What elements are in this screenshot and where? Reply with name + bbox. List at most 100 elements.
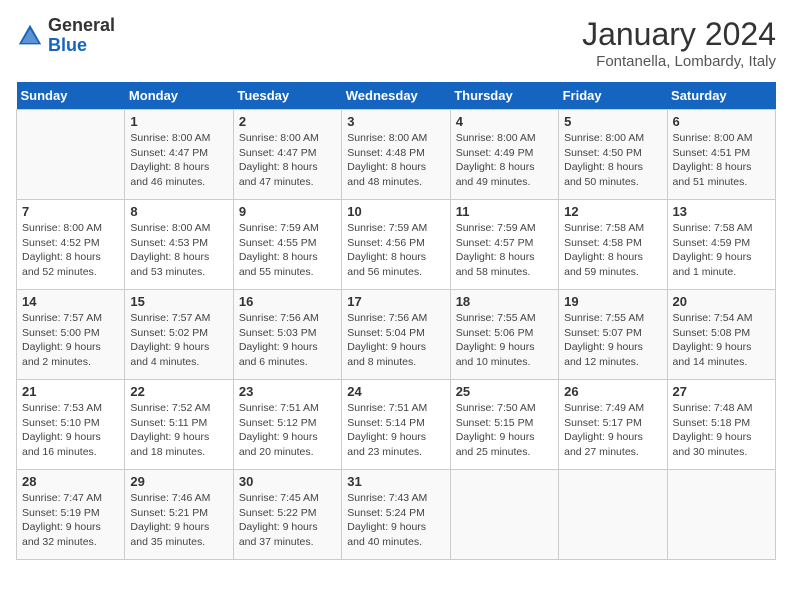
day-details: Sunrise: 7:58 AMSunset: 4:59 PMDaylight:… (673, 221, 770, 280)
day-number: 4 (456, 114, 553, 129)
calendar-cell: 19Sunrise: 7:55 AMSunset: 5:07 PMDayligh… (559, 290, 667, 380)
calendar-cell: 13Sunrise: 7:58 AMSunset: 4:59 PMDayligh… (667, 200, 775, 290)
day-number: 18 (456, 294, 553, 309)
calendar-cell: 10Sunrise: 7:59 AMSunset: 4:56 PMDayligh… (342, 200, 450, 290)
weekday-header-sunday: Sunday (17, 82, 125, 110)
weekday-header-monday: Monday (125, 82, 233, 110)
day-number: 29 (130, 474, 227, 489)
day-details: Sunrise: 7:56 AMSunset: 5:04 PMDaylight:… (347, 311, 444, 370)
day-details: Sunrise: 7:48 AMSunset: 5:18 PMDaylight:… (673, 401, 770, 460)
calendar-cell: 29 Sunrise: 7:46 AMSunset: 5:21 PMDayligh… (125, 470, 233, 560)
page-header: General Blue January 2024 Fontanella, Lo… (16, 16, 776, 70)
calendar-cell: 18 Sunrise: 7:55 AMSunset: 5:06 PMDayligh… (450, 290, 558, 380)
logo-blue-text: Blue (48, 36, 115, 56)
calendar-cell: 8Sunrise: 8:00 AMSunset: 4:53 PMDaylight… (125, 200, 233, 290)
day-details: Sunrise: 7:51 AMSunset: 5:12 PMDaylight:… (239, 401, 336, 460)
day-number: 20 (673, 294, 770, 309)
day-details: Sunrise: 7:59 AMSunset: 4:57 PMDaylight:… (456, 221, 553, 280)
day-details: Sunrise: 7:43 AMSunset: 5:24 PMDaylight:… (347, 491, 444, 550)
weekday-header-friday: Friday (559, 82, 667, 110)
calendar-cell: 21 Sunrise: 7:53 AMSunset: 5:10 PMDayligh… (17, 380, 125, 470)
day-number: 10 (347, 204, 444, 219)
calendar-cell (667, 470, 775, 560)
calendar-cell: 16 Sunrise: 7:56 AMSunset: 5:03 PMDayligh… (233, 290, 341, 380)
logo-general-text: General (48, 16, 115, 36)
day-details: Sunrise: 7:58 AMSunset: 4:58 PMDaylight:… (564, 221, 661, 280)
calendar-cell: 15 Sunrise: 7:57 AMSunset: 5:02 PMDayligh… (125, 290, 233, 380)
day-details: Sunrise: 8:00 AMSunset: 4:51 PMDaylight:… (673, 131, 770, 190)
calendar-cell: 5 Sunrise: 8:00 AMSunset: 4:50 PMDaylight… (559, 110, 667, 200)
calendar-cell (450, 470, 558, 560)
day-details: Sunrise: 8:00 AMSunset: 4:49 PMDaylight:… (456, 131, 553, 190)
day-number: 27 (673, 384, 770, 399)
calendar-cell: 4 Sunrise: 8:00 AMSunset: 4:49 PMDaylight… (450, 110, 558, 200)
day-details: Sunrise: 7:45 AMSunset: 5:22 PMDaylight:… (239, 491, 336, 550)
weekday-header-tuesday: Tuesday (233, 82, 341, 110)
calendar-cell: 12 Sunrise: 7:58 AMSunset: 4:58 PMDayligh… (559, 200, 667, 290)
calendar-subtitle: Fontanella, Lombardy, Italy (582, 53, 776, 70)
calendar-cell: 14Sunrise: 7:57 AMSunset: 5:00 PMDayligh… (17, 290, 125, 380)
day-number: 31 (347, 474, 444, 489)
calendar-cell: 26 Sunrise: 7:49 AMSunset: 5:17 PMDayligh… (559, 380, 667, 470)
calendar-cell: 28 Sunrise: 7:47 AMSunset: 5:19 PMDayligh… (17, 470, 125, 560)
day-number: 12 (564, 204, 661, 219)
logo: General Blue (16, 16, 115, 56)
calendar-cell: 9 Sunrise: 7:59 AMSunset: 4:55 PMDaylight… (233, 200, 341, 290)
day-details: Sunrise: 8:00 AMSunset: 4:47 PMDaylight:… (239, 131, 336, 190)
calendar-cell: 2 Sunrise: 8:00 AMSunset: 4:47 PMDaylight… (233, 110, 341, 200)
day-number: 28 (22, 474, 119, 489)
day-details: Sunrise: 7:55 AMSunset: 5:06 PMDaylight:… (456, 311, 553, 370)
day-details: Sunrise: 7:51 AMSunset: 5:14 PMDaylight:… (347, 401, 444, 460)
logo-text: General Blue (48, 16, 115, 56)
day-details: Sunrise: 7:46 AMSunset: 5:21 PMDaylight:… (130, 491, 227, 550)
calendar-cell: 3 Sunrise: 8:00 AMSunset: 4:48 PMDaylight… (342, 110, 450, 200)
calendar-cell: 30Sunrise: 7:45 AMSunset: 5:22 PMDayligh… (233, 470, 341, 560)
day-details: Sunrise: 7:47 AMSunset: 5:19 PMDaylight:… (22, 491, 119, 550)
title-area: January 2024 Fontanella, Lombardy, Italy (582, 16, 776, 70)
day-details: Sunrise: 7:54 AMSunset: 5:08 PMDaylight:… (673, 311, 770, 370)
calendar-cell: 7Sunrise: 8:00 AMSunset: 4:52 PMDaylight… (17, 200, 125, 290)
calendar-cell: 24 Sunrise: 7:51 AMSunset: 5:14 PMDayligh… (342, 380, 450, 470)
calendar-cell: 23 Sunrise: 7:51 AMSunset: 5:12 PMDayligh… (233, 380, 341, 470)
day-details: Sunrise: 8:00 AMSunset: 4:50 PMDaylight:… (564, 131, 661, 190)
day-number: 16 (239, 294, 336, 309)
calendar-cell: 31 Sunrise: 7:43 AMSunset: 5:24 PMDayligh… (342, 470, 450, 560)
calendar-cell (17, 110, 125, 200)
calendar-cell: 17 Sunrise: 7:56 AMSunset: 5:04 PMDayligh… (342, 290, 450, 380)
calendar-cell (559, 470, 667, 560)
day-number: 2 (239, 114, 336, 129)
day-details: Sunrise: 7:53 AMSunset: 5:10 PMDaylight:… (22, 401, 119, 460)
calendar-week-row: 28 Sunrise: 7:47 AMSunset: 5:19 PMDayligh… (17, 470, 776, 560)
day-details: Sunrise: 8:00 AMSunset: 4:52 PMDaylight:… (22, 221, 119, 280)
weekday-header-saturday: Saturday (667, 82, 775, 110)
day-number: 6 (673, 114, 770, 129)
day-details: Sunrise: 7:59 AMSunset: 4:55 PMDaylight:… (239, 221, 336, 280)
day-details: Sunrise: 7:52 AMSunset: 5:11 PMDaylight:… (130, 401, 227, 460)
day-number: 8 (130, 204, 227, 219)
day-details: Sunrise: 7:56 AMSunset: 5:03 PMDaylight:… (239, 311, 336, 370)
calendar-week-row: 14Sunrise: 7:57 AMSunset: 5:00 PMDayligh… (17, 290, 776, 380)
day-details: Sunrise: 8:00 AMSunset: 4:48 PMDaylight:… (347, 131, 444, 190)
day-number: 21 (22, 384, 119, 399)
day-number: 23 (239, 384, 336, 399)
day-number: 19 (564, 294, 661, 309)
day-number: 11 (456, 204, 553, 219)
calendar-cell: 25Sunrise: 7:50 AMSunset: 5:15 PMDayligh… (450, 380, 558, 470)
calendar-cell: 6 Sunrise: 8:00 AMSunset: 4:51 PMDaylight… (667, 110, 775, 200)
calendar-week-row: 7Sunrise: 8:00 AMSunset: 4:52 PMDaylight… (17, 200, 776, 290)
day-number: 24 (347, 384, 444, 399)
calendar-week-row: 21 Sunrise: 7:53 AMSunset: 5:10 PMDayligh… (17, 380, 776, 470)
day-details: Sunrise: 7:50 AMSunset: 5:15 PMDaylight:… (456, 401, 553, 460)
day-number: 17 (347, 294, 444, 309)
day-details: Sunrise: 7:49 AMSunset: 5:17 PMDaylight:… (564, 401, 661, 460)
day-number: 3 (347, 114, 444, 129)
day-details: Sunrise: 7:57 AMSunset: 5:02 PMDaylight:… (130, 311, 227, 370)
day-number: 9 (239, 204, 336, 219)
day-number: 26 (564, 384, 661, 399)
calendar-table: SundayMondayTuesdayWednesdayThursdayFrid… (16, 82, 776, 560)
day-details: Sunrise: 7:57 AMSunset: 5:00 PMDaylight:… (22, 311, 119, 370)
weekday-header-row: SundayMondayTuesdayWednesdayThursdayFrid… (17, 82, 776, 110)
calendar-title: January 2024 (582, 16, 776, 53)
day-number: 5 (564, 114, 661, 129)
day-number: 15 (130, 294, 227, 309)
